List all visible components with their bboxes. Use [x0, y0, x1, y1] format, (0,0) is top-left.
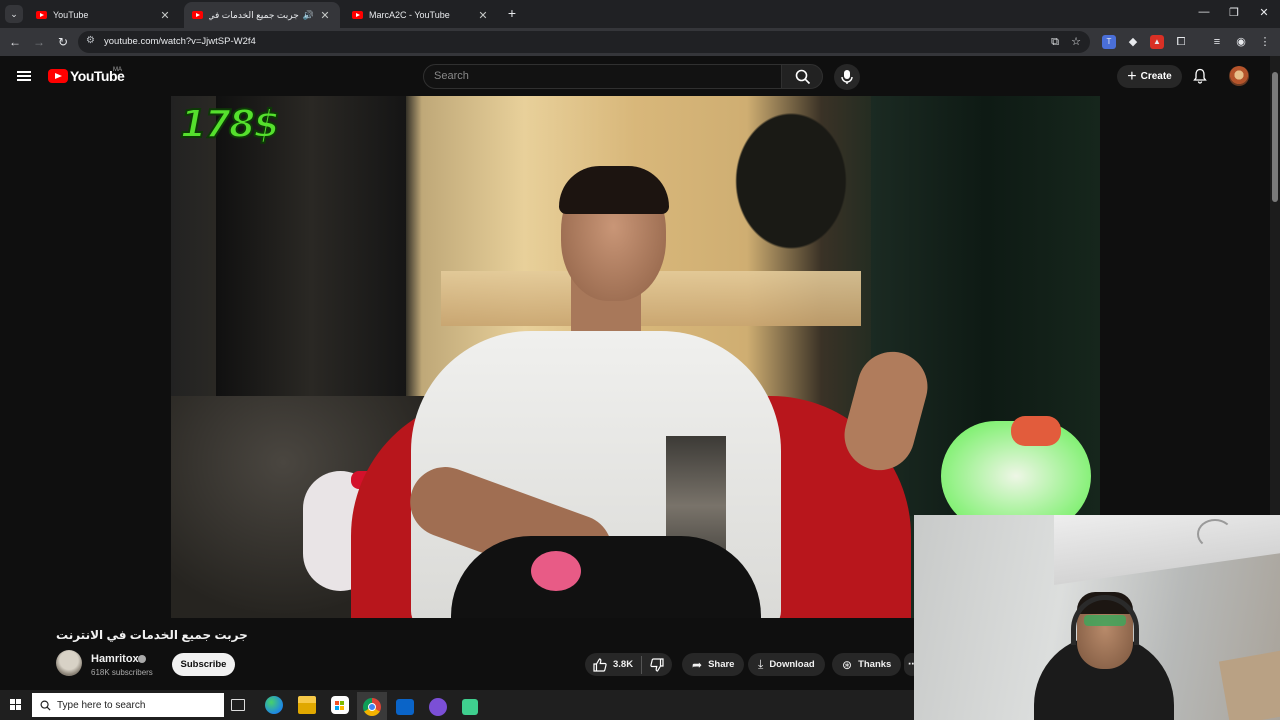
- site-info-icon[interactable]: ⚙: [86, 35, 95, 46]
- extensions-puzzle-icon[interactable]: ⧠: [1174, 35, 1188, 49]
- browser-tab-youtube[interactable]: YouTube ✕: [28, 2, 180, 28]
- download-button[interactable]: ⤓ Download: [748, 653, 825, 676]
- channel-avatar[interactable]: [56, 650, 82, 676]
- video-person-hair: [559, 166, 669, 214]
- thumbs-up-icon: [593, 657, 607, 672]
- guide-menu-icon[interactable]: [17, 71, 31, 81]
- reload-icon[interactable]: ↻: [55, 34, 71, 50]
- new-tab-button[interactable]: +: [505, 5, 519, 21]
- tab-title: YouTube: [53, 10, 89, 20]
- download-icon: ⤓: [758, 657, 764, 671]
- chrome-taskbar-icon[interactable]: [363, 698, 381, 716]
- close-window-button[interactable]: ✕: [1256, 6, 1272, 22]
- microphone-icon: [841, 70, 853, 84]
- like-dislike-group: 3.8K: [585, 653, 673, 676]
- subscribe-button[interactable]: Subscribe: [172, 653, 235, 676]
- search-input[interactable]: [434, 70, 764, 82]
- restore-button[interactable]: ❐: [1226, 6, 1242, 22]
- like-count: 3.8K: [613, 659, 634, 670]
- webcam-wooden-board: [1218, 649, 1280, 720]
- edge-browser-icon[interactable]: [265, 696, 283, 714]
- browser-toolbar: ← → ↻ ⚙ youtube.com/watch?v=JjwtSP-W2f4 …: [0, 28, 1280, 56]
- url-text: youtube.com/watch?v=JjwtSP-W2f4: [104, 36, 256, 47]
- microsoft-store-icon[interactable]: [331, 696, 349, 714]
- bookmark-star-icon[interactable]: ☆: [1069, 35, 1083, 49]
- cast-icon[interactable]: ⧉: [1048, 35, 1062, 49]
- create-label: Create: [1140, 71, 1172, 82]
- address-bar[interactable]: ⚙ youtube.com/watch?v=JjwtSP-W2f4: [78, 31, 1090, 53]
- taskbar-search-box: [32, 693, 224, 717]
- extension-diamond-icon[interactable]: ◆: [1126, 35, 1140, 49]
- profile-icon[interactable]: ◉: [1234, 35, 1248, 49]
- close-tab-icon[interactable]: ✕: [158, 9, 172, 22]
- youtube-logo-icon[interactable]: [48, 69, 68, 83]
- file-explorer-icon[interactable]: [298, 696, 316, 714]
- share-button[interactable]: ➦ Share: [682, 653, 745, 676]
- country-code: MA: [113, 67, 122, 73]
- download-label: Download: [769, 659, 815, 670]
- tab-search-button[interactable]: ⌄: [5, 5, 23, 23]
- close-tab-icon[interactable]: ✕: [476, 9, 490, 22]
- verified-badge-icon: [138, 655, 146, 663]
- webcam-light-fixture: [1197, 519, 1233, 549]
- translate-extension-icon[interactable]: T: [1102, 35, 1116, 49]
- search-icon: [795, 69, 811, 85]
- youtube-favicon-icon: [352, 11, 363, 19]
- video-title: جربت جميع الخدمات في الانترنت: [56, 628, 248, 642]
- media-controls-icon[interactable]: ≡: [1210, 35, 1224, 49]
- browser-tab-marca2c[interactable]: MarcA2C - YouTube ✕: [344, 2, 498, 28]
- tab-title: جربت جميع الخدمات في الانت: [209, 9, 299, 20]
- search-box: [423, 64, 782, 89]
- video-skull-print: [531, 551, 581, 591]
- plus-icon: +: [1127, 67, 1137, 85]
- search-button[interactable]: [781, 64, 823, 89]
- browser-tab-video[interactable]: جربت جميع الخدمات في الانت 🔊 ✕: [184, 2, 340, 28]
- subscriber-count: 618K subscribers: [91, 668, 153, 677]
- dislike-button[interactable]: [650, 657, 664, 672]
- chat-app-taskbar-icon[interactable]: [429, 698, 447, 716]
- like-button[interactable]: 3.8K: [593, 657, 634, 672]
- outlook-taskbar-icon[interactable]: [396, 699, 414, 715]
- windows-taskbar: [0, 690, 914, 720]
- channel-name[interactable]: Hamritox: [91, 653, 139, 665]
- audio-playing-icon[interactable]: 🔊: [303, 10, 314, 21]
- share-label: Share: [708, 659, 735, 670]
- search-icon: [40, 700, 51, 711]
- voice-search-button[interactable]: [834, 64, 860, 90]
- webcam-overlay: [914, 515, 1280, 720]
- minimize-button[interactable]: —: [1196, 6, 1212, 22]
- taskbar-search-input[interactable]: [57, 699, 217, 711]
- back-icon[interactable]: ←: [7, 34, 23, 50]
- youtube-favicon-icon: [36, 11, 47, 19]
- share-icon: ➦: [692, 657, 703, 672]
- video-blanket: [451, 536, 761, 618]
- thumbs-down-icon: [650, 657, 664, 672]
- chrome-menu-icon[interactable]: ⋮: [1258, 35, 1272, 49]
- task-view-icon[interactable]: [231, 699, 245, 711]
- webcam-ceiling: [1054, 515, 1280, 585]
- like-divider: [641, 655, 643, 674]
- forward-icon[interactable]: →: [31, 34, 47, 50]
- extension-red-icon[interactable]: ▲: [1150, 35, 1164, 49]
- notifications-bell-icon[interactable]: [1192, 68, 1208, 84]
- create-button[interactable]: + Create: [1117, 65, 1182, 88]
- scrollbar-thumb[interactable]: [1272, 72, 1278, 202]
- thanks-label: Thanks: [858, 659, 892, 670]
- windows-start-icon[interactable]: [10, 699, 22, 711]
- close-tab-icon[interactable]: ✕: [318, 9, 332, 22]
- green-app-taskbar-icon[interactable]: [462, 699, 478, 715]
- thanks-button[interactable]: ⊛ Thanks: [832, 653, 902, 676]
- youtube-favicon-icon: [192, 11, 203, 19]
- tab-title: MarcA2C - YouTube: [369, 10, 450, 20]
- video-price-overlay: 178$: [179, 101, 281, 147]
- browser-tab-strip: ⌄ YouTube ✕ جربت جميع الخدمات في الانت 🔊…: [0, 0, 1280, 28]
- account-avatar[interactable]: [1229, 66, 1249, 86]
- youtube-header: YouTube MA + Create: [0, 56, 1270, 96]
- thanks-icon: ⊛: [842, 657, 853, 672]
